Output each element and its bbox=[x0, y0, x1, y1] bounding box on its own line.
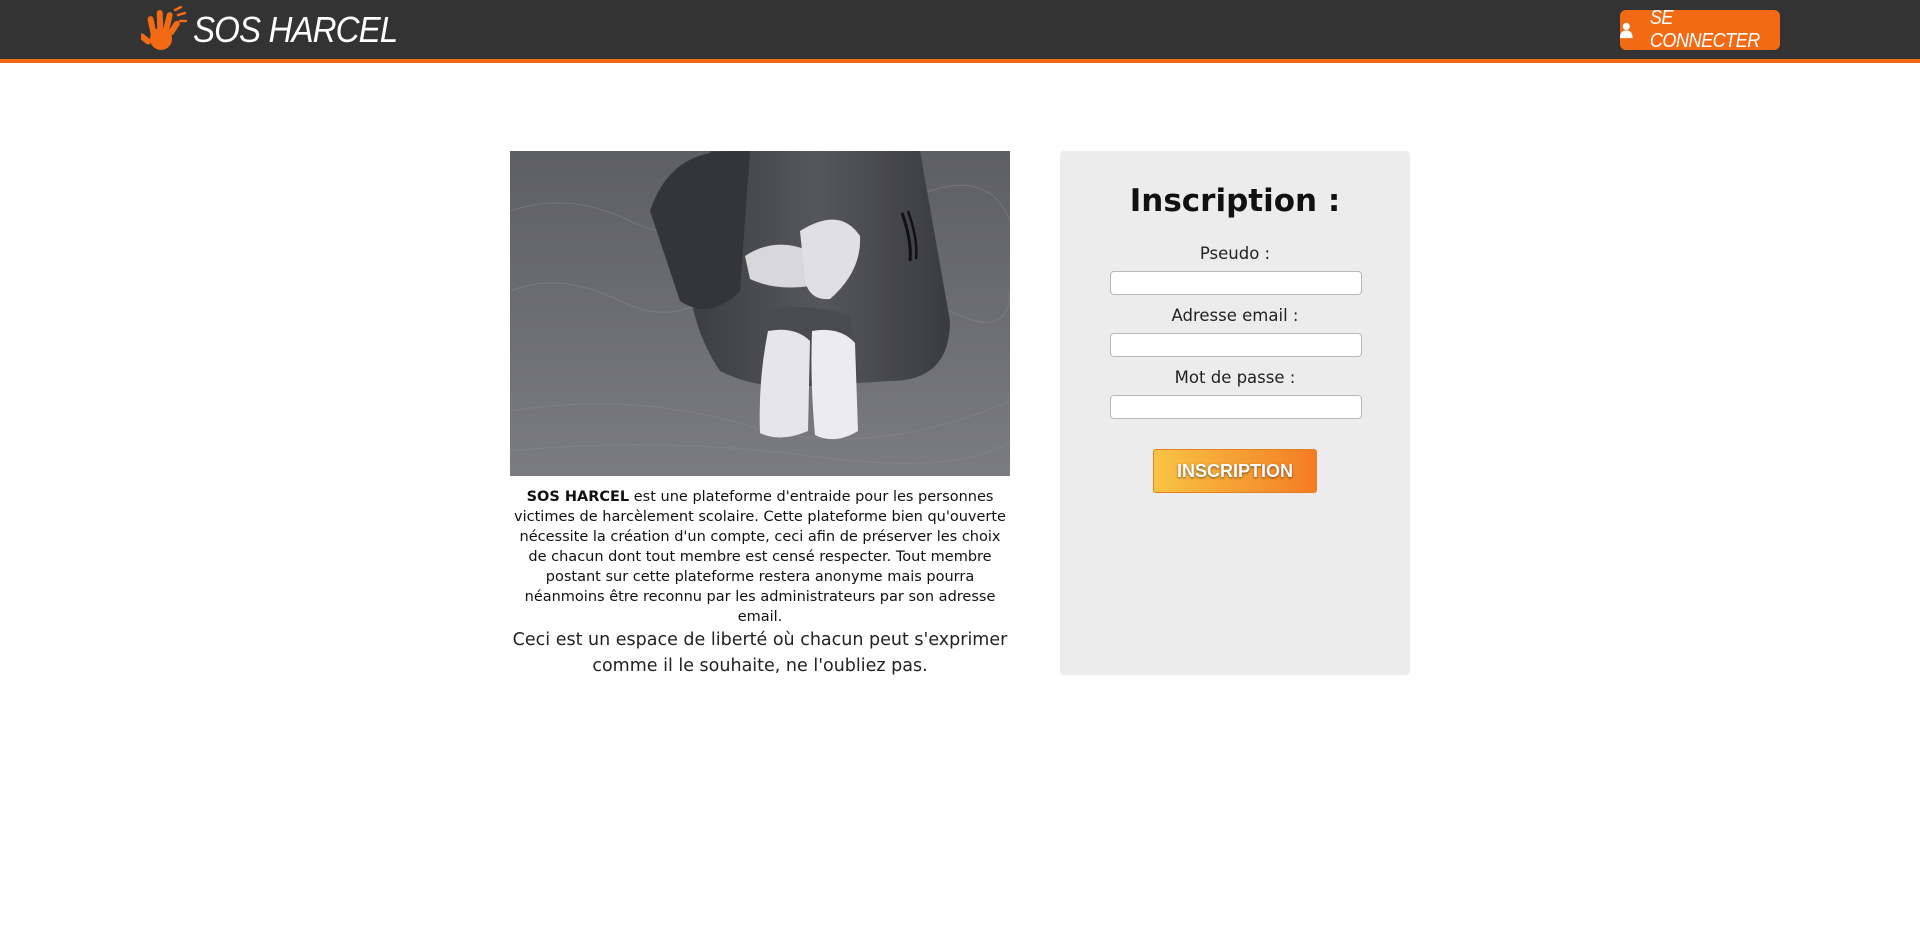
password-input[interactable] bbox=[1110, 395, 1362, 419]
email-label: Adresse email : bbox=[1171, 306, 1299, 325]
intro-description: SOS HARCEL est une plateforme d'entraide… bbox=[510, 487, 1010, 627]
password-label: Mot de passe : bbox=[1174, 368, 1296, 387]
intro-description-text: est une plateforme d'entraide pour les p… bbox=[514, 489, 1006, 625]
hero-photo bbox=[510, 151, 1010, 476]
email-input[interactable] bbox=[1110, 333, 1362, 357]
login-button[interactable]: SE CONNECTER bbox=[1620, 7, 1780, 52]
signup-title: Inscription : bbox=[1129, 183, 1341, 219]
intro-motto: Ceci est un espace de liberté où chacun … bbox=[512, 630, 1008, 676]
pseudo-input[interactable] bbox=[1110, 271, 1362, 295]
pseudo-label: Pseudo : bbox=[1199, 244, 1271, 263]
intro-brand-name: SOS HARCEL bbox=[526, 489, 630, 505]
signup-form: Inscription : Pseudo : Adresse email : M… bbox=[1060, 151, 1410, 675]
brand-home-link[interactable]: SOS HARCEL bbox=[141, 6, 415, 54]
signup-submit-button[interactable]: INSCRIPTION bbox=[1153, 449, 1317, 493]
user-icon bbox=[1620, 22, 1633, 39]
login-button-label: SE CONNECTER bbox=[1649, 7, 1760, 52]
brand-name: SOS HARCEL bbox=[193, 9, 398, 50]
top-navigation-bar: SOS HARCEL SE CONNECTER bbox=[0, 0, 1920, 63]
hand-print-icon bbox=[141, 6, 187, 50]
